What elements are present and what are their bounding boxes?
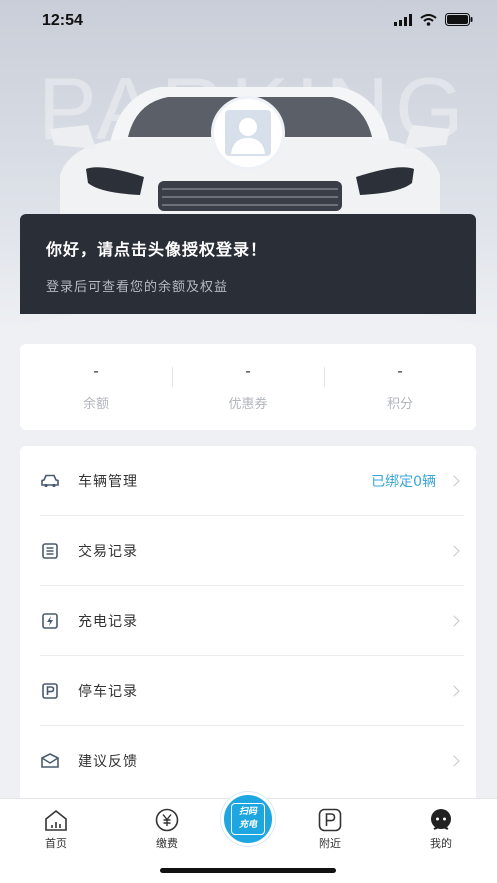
menu-list: 车辆管理 已绑定0辆 交易记录 充电记录 停车记录 建议反馈 [20,446,476,806]
stat-label: 积分 [386,396,413,412]
menu-item-charging-records[interactable]: 充电记录 [40,586,464,656]
wifi-icon [420,13,437,26]
scan-icon: 扫码 充电 [231,803,265,835]
stat-points[interactable]: - 积分 [324,363,476,412]
tab-label: 首页 [45,837,67,850]
chevron-right-icon [448,544,460,557]
menu-item-parking-records[interactable]: 停车记录 [40,656,464,726]
menu-label: 充电记录 [78,613,138,630]
tab-label: 附近 [319,837,341,850]
profile-face-icon [431,809,451,830]
signal-icon [394,13,412,26]
chevron-right-icon [448,474,460,487]
tab-pay[interactable]: 缴费 [137,808,197,851]
tab-label: 我的 [430,837,452,850]
account-stats-card: - 余额 - 优惠券 - 积分 [20,344,476,430]
scan-label-line2: 充电 [238,820,257,830]
tab-label: 缴费 [156,837,178,850]
stat-value: - [93,362,99,380]
status-bar: 12:54 [0,0,497,44]
parking-sign-icon [318,808,342,832]
tab-home[interactable]: 首页 [26,809,86,851]
stat-label: 优惠券 [228,396,268,412]
menu-label: 交易记录 [78,543,138,560]
home-indicator [160,868,336,873]
bound-vehicles-count: 已绑定0辆 [371,473,436,490]
login-title: 你好，请点击头像授权登录！ [46,240,268,259]
scan-label-line1: 扫码 [238,807,257,817]
stat-value: - [397,362,403,380]
stat-balance[interactable]: - 余额 [20,363,172,412]
avatar-button[interactable] [211,96,285,170]
tab-nearby[interactable]: 附近 [300,808,360,851]
login-subtitle: 登录后可查看您的余额及权益 [46,280,229,295]
login-prompt-card[interactable]: 你好，请点击头像授权登录！ 登录后可查看您的余额及权益 [20,214,476,314]
parking-icon [40,681,60,701]
car-icon [40,471,60,491]
home-icon [45,809,67,831]
menu-label: 建议反馈 [78,754,138,770]
menu-item-feedback[interactable]: 建议反馈 [40,726,464,796]
list-icon [40,541,60,561]
menu-label: 车辆管理 [78,473,138,490]
chevron-right-icon [448,684,460,697]
stat-label: 余额 [82,396,109,412]
battery-icon [445,13,473,26]
menu-item-transaction-records[interactable]: 交易记录 [40,516,464,586]
status-time: 12:54 [42,12,83,29]
stat-value: - [245,362,251,380]
stat-coupons[interactable]: - 优惠券 [172,363,324,412]
menu-item-vehicle-management[interactable]: 车辆管理 已绑定0辆 [40,446,464,516]
chevron-right-icon [448,755,460,767]
user-avatar-icon [225,110,271,156]
hero-banner: PARKING 你好，请点击头像授权登录！ 登录后可查看您的余额及权益 [0,0,497,335]
chevron-right-icon [448,614,460,627]
yuan-icon [155,808,179,832]
charge-icon [40,611,60,631]
tab-mine[interactable]: 我的 [411,809,471,851]
scan-charge-button[interactable]: 扫码 充电 [221,792,275,846]
feedback-icon [40,751,60,771]
menu-label: 停车记录 [78,683,138,700]
